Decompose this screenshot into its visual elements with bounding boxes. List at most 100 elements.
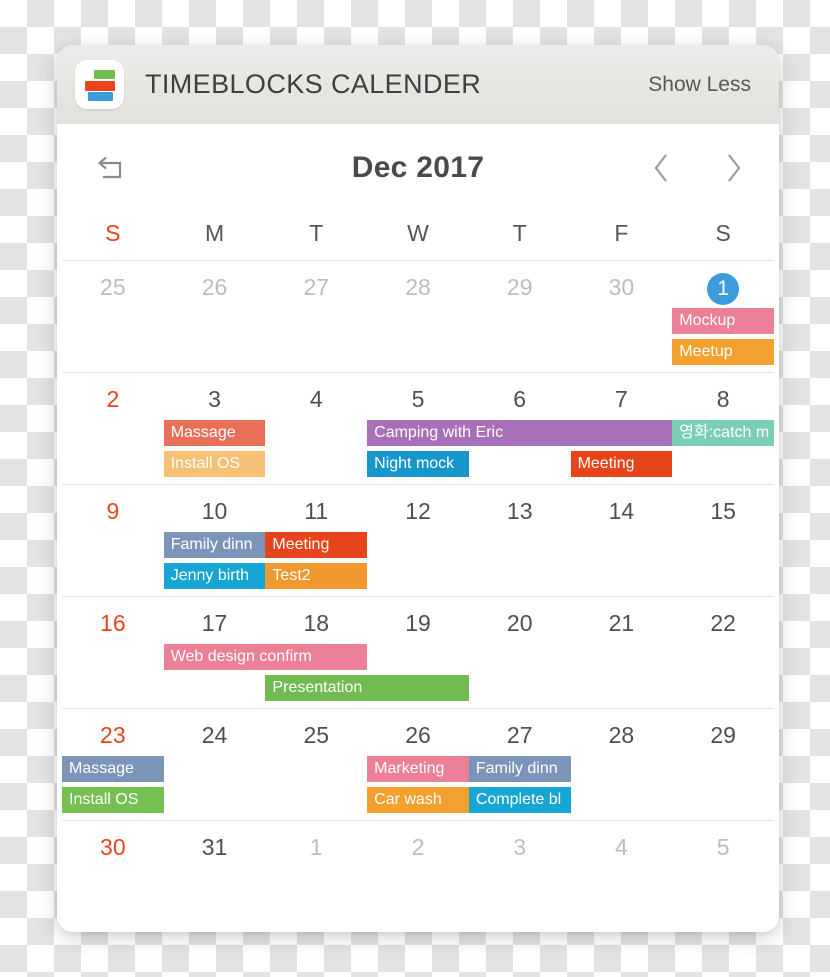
day-cell[interactable]: 3 — [469, 832, 571, 862]
day-cell[interactable]: 21 — [571, 608, 673, 638]
day-number-row: 30 31 1 2 3 4 5 — [62, 821, 774, 862]
day-cell[interactable]: 2 — [62, 384, 164, 414]
chevron-left-icon[interactable] — [648, 151, 674, 185]
day-cell[interactable]: 28 — [367, 272, 469, 302]
day-cell[interactable]: 10 — [164, 496, 266, 526]
day-cell[interactable]: 4 — [265, 384, 367, 414]
day-cell[interactable]: 30 — [571, 272, 673, 302]
day-cell[interactable]: 17 — [164, 608, 266, 638]
week-row: 9 10 11 12 13 14 15 Family dinn Meeting Jenny bir… — [62, 484, 774, 596]
day-cell[interactable]: 22 — [672, 608, 774, 638]
week-row: 16 17 18 19 20 21 22 Web design confirm Presenta… — [62, 596, 774, 708]
timeblocks-logo-icon — [75, 60, 124, 109]
day-cell[interactable]: 12 — [367, 496, 469, 526]
day-cell[interactable]: 23 — [62, 720, 164, 750]
day-cell[interactable]: 25 — [62, 272, 164, 302]
day-cell[interactable]: 13 — [469, 496, 571, 526]
event-chip[interactable]: Meeting — [265, 532, 368, 558]
day-cell[interactable]: 7 — [571, 384, 673, 414]
day-number-row: 23 24 25 26 27 28 29 — [62, 709, 774, 750]
day-cell[interactable]: 9 — [62, 496, 164, 526]
day-cell[interactable]: 3 — [164, 384, 266, 414]
event-chip[interactable]: Car wash — [367, 787, 469, 813]
day-cell[interactable]: 4 — [571, 832, 673, 862]
event-layer: Mockup Meetup — [62, 308, 774, 372]
weekday-label-0: S — [105, 219, 121, 246]
logo-bar-blue — [88, 92, 113, 101]
show-less-button[interactable]: Show Less — [648, 73, 751, 97]
weekday-label-4: T — [512, 219, 527, 246]
day-cell[interactable]: 5 — [672, 832, 774, 862]
day-cell[interactable]: 15 — [672, 496, 774, 526]
day-number-row: 2345678 — [62, 373, 774, 414]
app-header: TIMEBLOCKS CALENDER Show Less — [57, 45, 779, 124]
event-chip[interactable]: Massage — [62, 756, 164, 782]
day-cell[interactable]: 8 — [672, 384, 774, 414]
day-cell[interactable]: 2 — [367, 832, 469, 862]
event-chip[interactable]: Meeting — [570, 451, 673, 477]
event-chip[interactable]: Marketing — [367, 756, 469, 782]
calendar-weeks-grid: 25 26 27 28 29 30 1 Mockup Meetup 2 3 4 5 6 7 8 Massage C… — [57, 260, 779, 932]
event-chip[interactable]: Install OS — [163, 451, 266, 477]
week-row: 25 26 27 28 29 30 1 Mockup Meetup — [62, 260, 774, 372]
event-chip[interactable]: Presentation — [265, 675, 469, 701]
weekday-label-2: T — [309, 219, 324, 246]
event-chip[interactable]: 영화:catch m — [672, 420, 774, 446]
day-cell[interactable]: 29 — [469, 272, 571, 302]
undo-return-arrow-icon[interactable] — [89, 148, 129, 188]
day-number-row: 9 10 11 12 13 14 15 — [62, 485, 774, 526]
day-number-row: 25 26 27 28 29 30 1 — [62, 261, 774, 305]
day-cell[interactable]: 16 — [62, 608, 164, 638]
week-row: 30 31 1 2 3 4 5 — [62, 820, 774, 932]
day-cell[interactable]: 26 — [164, 272, 266, 302]
day-cell[interactable]: 11 — [265, 496, 367, 526]
day-cell[interactable]: 1 — [672, 272, 774, 305]
day-cell[interactable]: 26 — [367, 720, 469, 750]
weekday-header-row: SMTWTFS — [57, 212, 779, 260]
day-cell[interactable]: 18 — [265, 608, 367, 638]
event-chip[interactable]: Massage — [163, 420, 266, 446]
day-cell[interactable]: 28 — [571, 720, 673, 750]
day-cell[interactable]: 29 — [672, 720, 774, 750]
event-layer: Family dinn Meeting Jenny birth Test2 — [62, 532, 774, 596]
day-cell[interactable]: 1 — [265, 832, 367, 862]
event-layer — [62, 868, 774, 932]
weekday-label-3: W — [407, 219, 429, 246]
weekday-label-6: S — [715, 219, 731, 246]
day-number-row: 16 17 18 19 20 21 22 — [62, 597, 774, 638]
day-cell[interactable]: 31 — [164, 832, 266, 862]
day-cell[interactable]: 24 — [164, 720, 266, 750]
event-chip[interactable]: Test2 — [265, 563, 368, 589]
event-chip[interactable]: Camping with Eric — [367, 420, 673, 446]
day-cell[interactable]: 6 — [469, 384, 571, 414]
event-chip[interactable]: Family dinn — [468, 756, 571, 782]
day-cell[interactable]: 14 — [571, 496, 673, 526]
day-cell[interactable]: 25 — [265, 720, 367, 750]
event-chip[interactable]: Complete bl — [468, 787, 571, 813]
day-cell[interactable]: 27 — [469, 720, 571, 750]
week-row: 2 3 4 5 6 7 8 Massage Camping with Eric 영화:catch … — [62, 372, 774, 484]
day-cell[interactable]: 20 — [469, 608, 571, 638]
event-chip[interactable]: Mockup — [672, 308, 774, 334]
app-title: TIMEBLOCKS CALENDER — [145, 69, 482, 99]
day-cell[interactable]: 5 — [367, 384, 469, 414]
event-chip[interactable]: Night mock — [367, 451, 469, 477]
event-layer: Massage Marketing Family dinn Install OS Car… — [62, 756, 774, 820]
week-row: 23 24 25 26 27 28 29 Massage Marketing Family din… — [62, 708, 774, 820]
chevron-right-icon[interactable] — [721, 151, 747, 185]
event-layer: Massage Camping with Eric 영화:catch m Instal… — [62, 420, 774, 484]
day-cell[interactable]: 30 — [62, 832, 164, 862]
event-chip[interactable]: Install OS — [62, 787, 164, 813]
event-chip[interactable]: Family dinn — [163, 532, 266, 558]
logo-bar-green — [94, 70, 115, 79]
event-chip[interactable]: Web design confirm — [163, 644, 368, 670]
calendar-card: TIMEBLOCKS CALENDER Show Less Dec 2017 S… — [57, 45, 779, 932]
logo-bar-orange — [85, 81, 115, 91]
event-chip[interactable]: Jenny birth — [163, 563, 266, 589]
day-cell[interactable]: 27 — [265, 272, 367, 302]
day-cell[interactable]: 19 — [367, 608, 469, 638]
weekday-label-5: F — [614, 219, 629, 246]
month-navigation-bar: Dec 2017 — [57, 124, 779, 212]
event-layer: Web design confirm Presentation — [62, 644, 774, 708]
event-chip[interactable]: Meetup — [672, 339, 774, 365]
